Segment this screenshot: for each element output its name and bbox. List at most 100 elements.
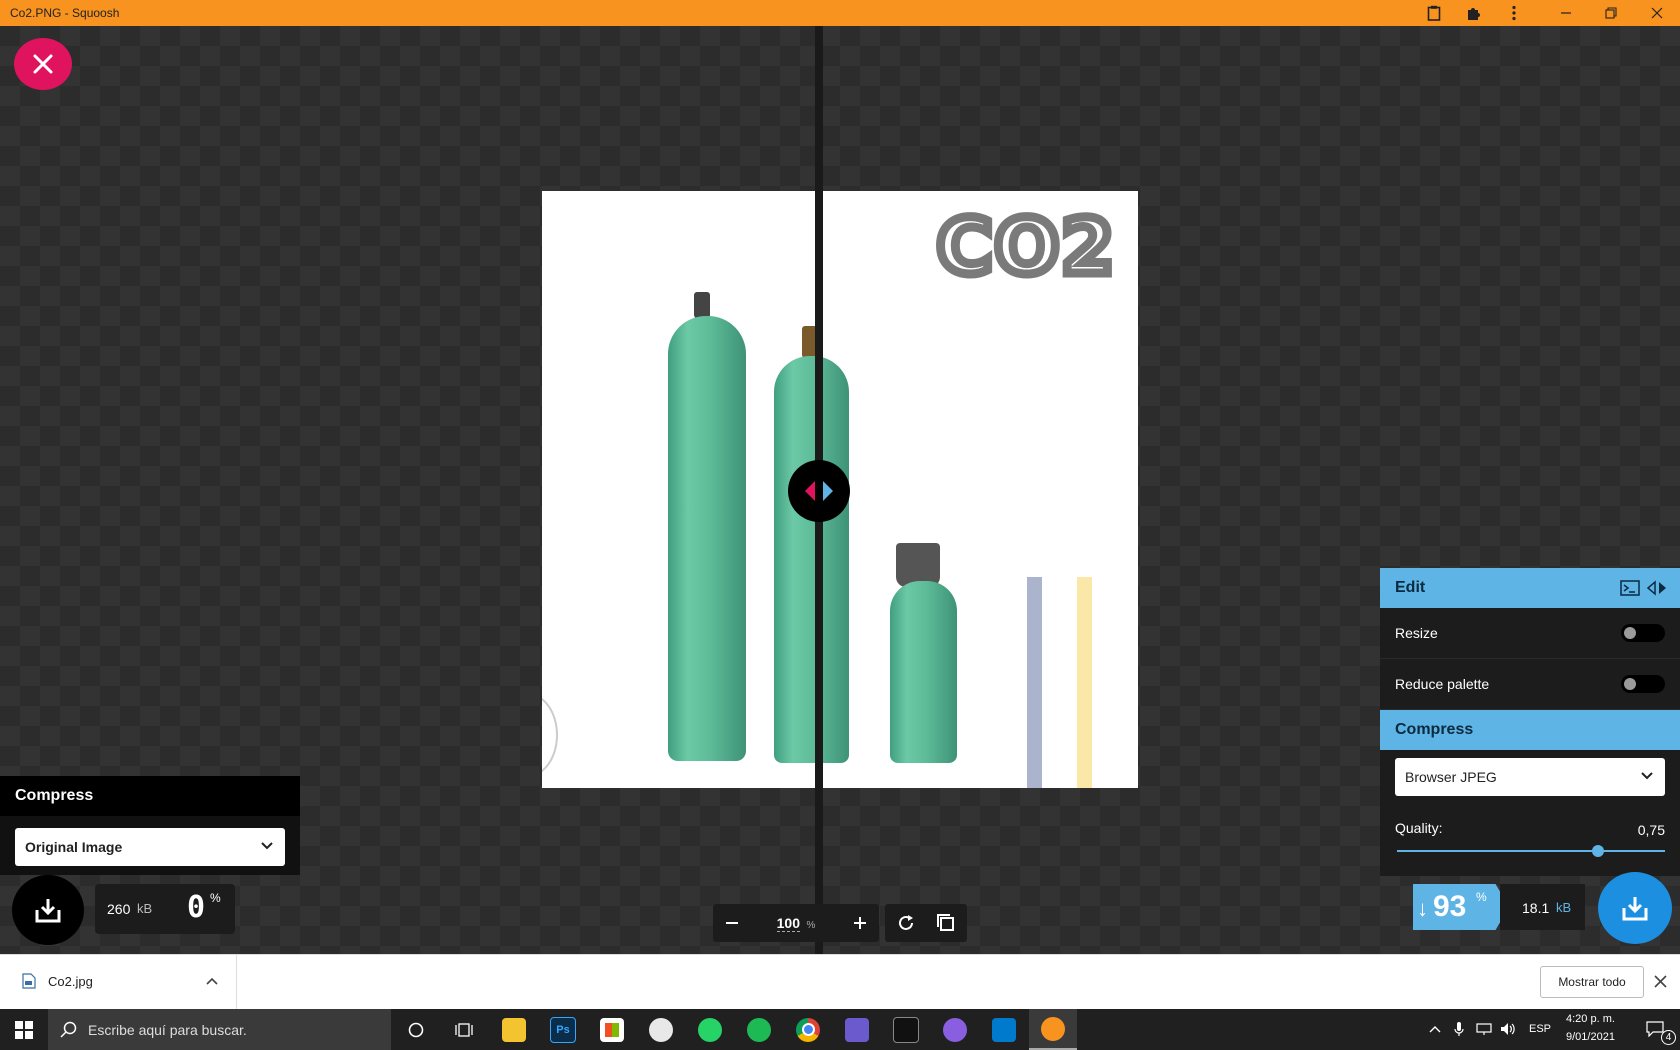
show-all-button[interactable]: Mostrar todo	[1540, 966, 1644, 998]
clock-time[interactable]: 4:20 p. m.	[1566, 1013, 1615, 1025]
windows-icon	[15, 1020, 33, 1039]
search-placeholder: Escribe aquí para buscar.	[88, 1022, 247, 1038]
download-compressed-button[interactable]	[1598, 872, 1672, 944]
minus-icon	[726, 922, 738, 924]
quality-slider[interactable]	[1397, 845, 1665, 857]
squoosh-app: CO2 Compress Original Image 260 kB 0 % E…	[0, 26, 1680, 954]
network-icon[interactable]	[1476, 1022, 1492, 1036]
taskbar-store[interactable]	[588, 1009, 636, 1050]
github-icon	[943, 1017, 967, 1042]
resize-label: Resize	[1395, 625, 1438, 641]
original-percent-unit: %	[210, 891, 221, 905]
capture-icon	[845, 1017, 869, 1042]
taskbar-terminal[interactable]	[882, 1009, 930, 1050]
more-menu-icon[interactable]	[1500, 2, 1528, 24]
resize-row: Resize	[1380, 608, 1680, 659]
download-item[interactable]: Co2.jpg	[14, 955, 237, 1010]
original-size-box: 260 kB 0 %	[95, 884, 235, 934]
edit-heading: Edit	[1395, 579, 1426, 596]
download-original-button[interactable]	[12, 875, 84, 945]
left-codec-select[interactable]: Original Image	[15, 828, 285, 866]
notification-count: 4	[1661, 1030, 1676, 1045]
photoshop-icon: Ps	[550, 1016, 576, 1043]
background-toggle-button[interactable]	[927, 904, 965, 942]
download-icon	[1622, 897, 1648, 921]
close-downloads-icon[interactable]	[1654, 975, 1667, 988]
close-image-button[interactable]	[14, 38, 72, 90]
reduction-arrow: ↓	[1417, 896, 1428, 921]
reduction-percent-value: 93	[1433, 890, 1467, 923]
terminal-icon[interactable]	[1620, 580, 1640, 596]
minimize-icon[interactable]	[1552, 2, 1580, 24]
notification-center-button[interactable]: 4	[1636, 1009, 1680, 1050]
zoom-unit: %	[806, 920, 816, 931]
copy-settings-icon[interactable]	[1646, 580, 1668, 596]
taskbar-capture[interactable]	[833, 1009, 881, 1050]
start-button[interactable]	[0, 1009, 48, 1050]
cylinder-small	[890, 581, 957, 763]
language-indicator[interactable]: ESP	[1529, 1023, 1551, 1035]
reduce-palette-toggle[interactable]	[1621, 675, 1665, 693]
taskbar-whatsapp[interactable]	[686, 1009, 734, 1050]
compress-header: Compress	[1380, 710, 1680, 750]
taskbar-photoshop[interactable]: Ps	[539, 1009, 587, 1050]
cortana-icon	[408, 1022, 424, 1037]
left-codec-value: Original Image	[25, 839, 123, 855]
compressed-size-value: 18.1	[1522, 900, 1550, 916]
file-icon	[22, 973, 36, 989]
restore-icon[interactable]	[1597, 2, 1625, 24]
codec-value: Browser JPEG	[1405, 769, 1497, 785]
close-window-icon[interactable]	[1643, 2, 1671, 24]
size-reduction-badge: ↓ 93 %	[1413, 884, 1509, 930]
left-compress-panel: Compress Original Image	[0, 776, 300, 875]
microphone-icon[interactable]	[1454, 1021, 1464, 1037]
task-view-button[interactable]	[440, 1009, 488, 1050]
reduction-percent-unit: %	[1476, 890, 1487, 904]
window-title: Co2.PNG - Squoosh	[10, 6, 120, 20]
squoosh-icon	[1041, 1016, 1065, 1041]
compressed-size-box: 18.1 kB	[1500, 884, 1585, 930]
split-handle[interactable]	[788, 460, 850, 522]
taskbar-vscode[interactable]	[980, 1009, 1028, 1050]
taskbar-file-explorer[interactable]	[490, 1009, 538, 1050]
taskbar: Escribe aquí para buscar. Ps ESP 4:20 p.…	[0, 1009, 1680, 1050]
taskbar-search[interactable]: Escribe aquí para buscar.	[48, 1009, 391, 1050]
search-icon	[60, 1021, 77, 1038]
resize-toggle[interactable]	[1621, 624, 1665, 642]
original-size-value: 260	[107, 901, 131, 917]
zoom-level-input[interactable]: 100 %	[761, 904, 831, 942]
reduce-palette-row: Reduce palette	[1380, 659, 1680, 710]
decorative-bar	[1077, 577, 1092, 788]
cylinder-valve	[694, 292, 710, 318]
toggle-knob	[1624, 627, 1636, 639]
quality-slider-thumb[interactable]	[1592, 845, 1604, 857]
taskbar-github[interactable]	[931, 1009, 979, 1050]
decorative-circle	[542, 693, 558, 777]
clock-date[interactable]: 9/01/2021	[1566, 1031, 1615, 1043]
codec-select[interactable]: Browser JPEG	[1395, 758, 1665, 796]
quality-value: 0,75	[1637, 822, 1665, 838]
show-all-label: Mostrar todo	[1558, 975, 1626, 989]
rotate-button[interactable]	[887, 904, 925, 942]
cortana-button[interactable]	[392, 1009, 440, 1050]
original-size-unit: kB	[137, 901, 153, 916]
zoom-controls: 100 %	[713, 904, 879, 942]
zoom-out-button[interactable]	[713, 904, 751, 942]
compressed-size-unit: kB	[1556, 900, 1572, 915]
clipboard-icon[interactable]	[1420, 2, 1448, 24]
volume-icon[interactable]	[1500, 1022, 1516, 1036]
store-icon	[600, 1017, 624, 1042]
chevron-up-icon[interactable]	[206, 976, 218, 986]
quality-label: Quality:	[1395, 820, 1443, 836]
taskbar-spotify[interactable]	[735, 1009, 783, 1050]
taskbar-chrome[interactable]	[784, 1009, 832, 1050]
taskbar-paint[interactable]	[637, 1009, 685, 1050]
plus-icon	[854, 917, 866, 929]
chevron-up-icon[interactable]	[1429, 1025, 1441, 1033]
paint-icon	[649, 1017, 673, 1042]
extensions-icon[interactable]	[1460, 2, 1488, 24]
decorative-bar	[1027, 577, 1042, 788]
taskbar-squoosh[interactable]	[1029, 1009, 1077, 1050]
terminal-app-icon	[893, 1016, 919, 1043]
zoom-in-button[interactable]	[841, 904, 879, 942]
